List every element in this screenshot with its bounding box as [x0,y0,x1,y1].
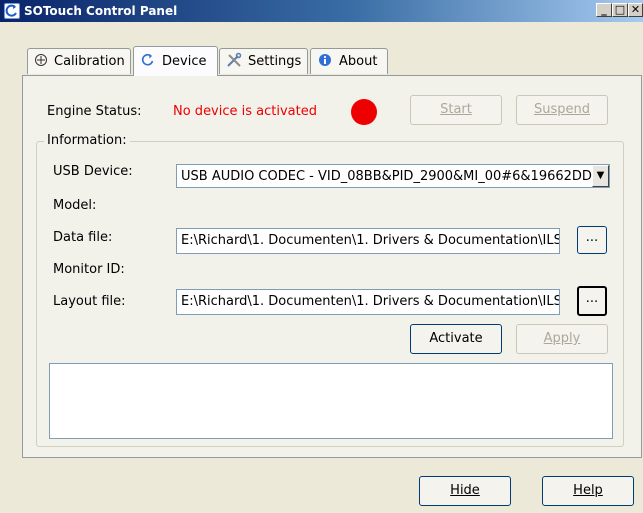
usb-device-select[interactable]: USB AUDIO CODEC - VID_08BB&PID_2900&MI_0… [176,164,610,188]
tab-label: Calibration [54,54,125,69]
target-icon [34,53,48,71]
help-button[interactable]: Help [542,476,634,506]
usb-device-label: USB Device: [53,164,133,179]
tools-icon [226,52,242,72]
maximize-button[interactable]: □ [612,3,628,17]
suspend-button[interactable]: Suspend [516,95,608,125]
layout-file-field[interactable]: E:\Richard\1. Documenten\1. Drivers & Do… [176,289,560,315]
tab-label: Settings [248,54,302,69]
app-icon [4,3,20,19]
engine-status-text: No device is activated [173,104,317,119]
model-label: Model: [53,198,97,213]
tab-calibration[interactable]: Calibration [27,48,131,74]
chevron-down-icon[interactable]: ▼ [592,165,609,187]
tab-label: Device [162,54,207,69]
status-indicator [351,99,377,125]
layout-file-browse-button[interactable]: ... [577,286,607,316]
information-group-title: Information: [44,133,130,148]
apply-button-label: Apply [543,331,581,346]
start-button-label: Start [440,102,472,117]
tab-settings[interactable]: Settings [219,48,308,74]
data-file-field[interactable]: E:\Richard\1. Documenten\1. Drivers & Do… [176,228,560,254]
window-title: SOTouch Control Panel [24,4,178,18]
data-file-label: Data file: [53,230,113,245]
start-button[interactable]: Start [410,95,502,125]
data-file-browse-button[interactable]: ... [577,226,607,254]
activate-button[interactable]: Activate [410,324,502,354]
activate-button-label: Activate [429,331,483,346]
info-icon [317,53,333,71]
help-button-label: Help [573,483,603,498]
tab-label: About [339,54,378,69]
hide-button-label: Hide [450,483,480,498]
log-textbox[interactable] [49,363,613,439]
minimize-button[interactable]: _ [596,3,612,17]
monitor-id-label: Monitor ID: [53,262,125,277]
tab-device[interactable]: Device [133,46,218,76]
refresh-icon [140,53,156,71]
close-button[interactable]: ✕ [628,3,643,17]
layout-file-label: Layout file: [53,294,126,309]
apply-button[interactable]: Apply [516,324,608,354]
tab-about[interactable]: About [310,48,388,74]
engine-status-label: Engine Status: [47,104,142,119]
usb-device-value: USB AUDIO CODEC - VID_08BB&PID_2900&MI_0… [181,169,610,184]
title-bar: SOTouch Control Panel _ □ ✕ [0,0,643,22]
suspend-button-label: Suspend [533,102,590,117]
hide-button[interactable]: Hide [419,476,511,506]
